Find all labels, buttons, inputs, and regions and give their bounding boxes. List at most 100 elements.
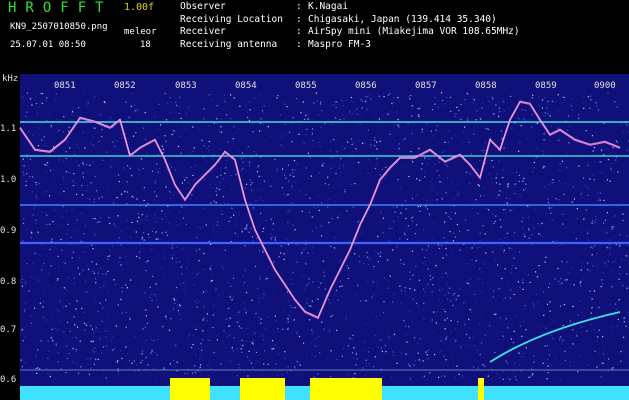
noise-speckle [377,346,379,348]
noise-speckle [309,319,311,321]
noise-speckle [29,98,32,100]
noise-speckle [473,133,475,135]
noise-speckle [296,261,298,263]
noise-speckle [587,269,589,271]
noise-speckle [268,316,270,318]
noise-speckle [357,114,359,116]
noise-speckle [409,377,411,379]
noise-speckle [417,108,419,110]
noise-speckle [241,169,243,171]
noise-speckle [383,96,385,98]
noise-speckle [306,298,308,300]
noise-speckle [454,236,456,238]
noise-speckle [475,199,477,201]
noise-speckle [49,223,51,225]
noise-speckle [40,340,42,342]
noise-speckle [543,291,545,293]
noise-speckle [35,219,37,221]
noise-speckle [593,290,595,292]
noise-speckle [292,117,294,119]
noise-speckle [26,111,28,113]
noise-speckle [125,326,127,328]
noise-speckle [564,183,566,185]
noise-speckle [537,223,539,225]
noise-speckle [46,223,48,226]
noise-speckle [248,350,250,352]
noise-speckle [229,317,231,319]
noise-speckle [411,105,413,107]
noise-speckle [276,97,278,99]
noise-speckle [393,354,395,356]
noise-speckle [206,147,208,149]
noise-speckle [52,220,54,223]
noise-speckle [579,355,581,358]
noise-speckle [41,139,43,141]
noise-speckle [21,366,23,368]
noise-speckle [240,157,242,159]
noise-speckle [411,132,413,134]
noise-speckle [362,142,364,144]
noise-speckle [620,259,622,261]
noise-speckle [475,301,477,303]
noise-speckle [533,355,535,357]
noise-speckle [362,367,364,369]
noise-speckle [569,320,571,322]
noise-speckle [454,212,457,214]
noise-speckle [144,112,146,114]
noise-speckle [351,143,353,146]
noise-speckle [23,311,25,313]
noise-speckle [58,129,60,131]
noise-speckle [86,105,88,107]
noise-speckle [550,125,552,127]
noise-speckle [168,211,170,213]
noise-speckle [91,261,93,263]
noise-speckle [177,310,179,312]
noise-speckle [215,202,217,204]
noise-speckle [24,308,26,311]
noise-speckle [570,179,572,181]
noise-speckle [349,337,351,339]
noise-speckle [580,192,582,194]
noise-speckle [165,315,167,317]
noise-speckle [388,99,390,101]
noise-speckle [35,367,37,369]
noise-speckle [144,239,146,241]
noise-speckle [229,334,231,336]
noise-speckle [374,356,376,358]
noise-speckle [589,290,591,292]
noise-speckle [350,100,352,102]
noise-speckle [125,362,127,364]
noise-speckle [273,261,275,263]
noise-speckle [438,299,440,301]
noise-speckle [156,338,158,340]
noise-speckle [201,292,203,295]
noise-speckle [261,110,264,112]
noise-speckle [385,175,387,177]
noise-speckle [92,144,94,146]
noise-speckle [475,119,477,121]
noise-speckle [479,354,481,356]
noise-speckle [292,172,294,174]
noise-speckle [600,161,602,163]
noise-speckle [459,249,461,251]
noise-speckle [283,310,285,312]
noise-speckle [117,304,119,306]
noise-speckle [380,347,382,349]
noise-speckle [330,315,332,317]
noise-speckle [21,329,23,331]
noise-speckle [391,227,393,230]
noise-speckle [503,110,505,112]
noise-speckle [426,354,428,356]
noise-speckle [37,349,39,351]
noise-speckle [525,347,527,349]
noise-speckle [83,311,85,313]
noise-speckle [389,275,391,277]
noise-speckle [427,268,429,270]
noise-speckle [175,101,177,104]
noise-speckle [590,312,592,314]
noise-speckle [445,272,447,274]
noise-speckle [152,170,154,172]
noise-speckle [305,167,307,169]
noise-speckle [184,372,186,374]
noise-speckle [595,219,597,221]
